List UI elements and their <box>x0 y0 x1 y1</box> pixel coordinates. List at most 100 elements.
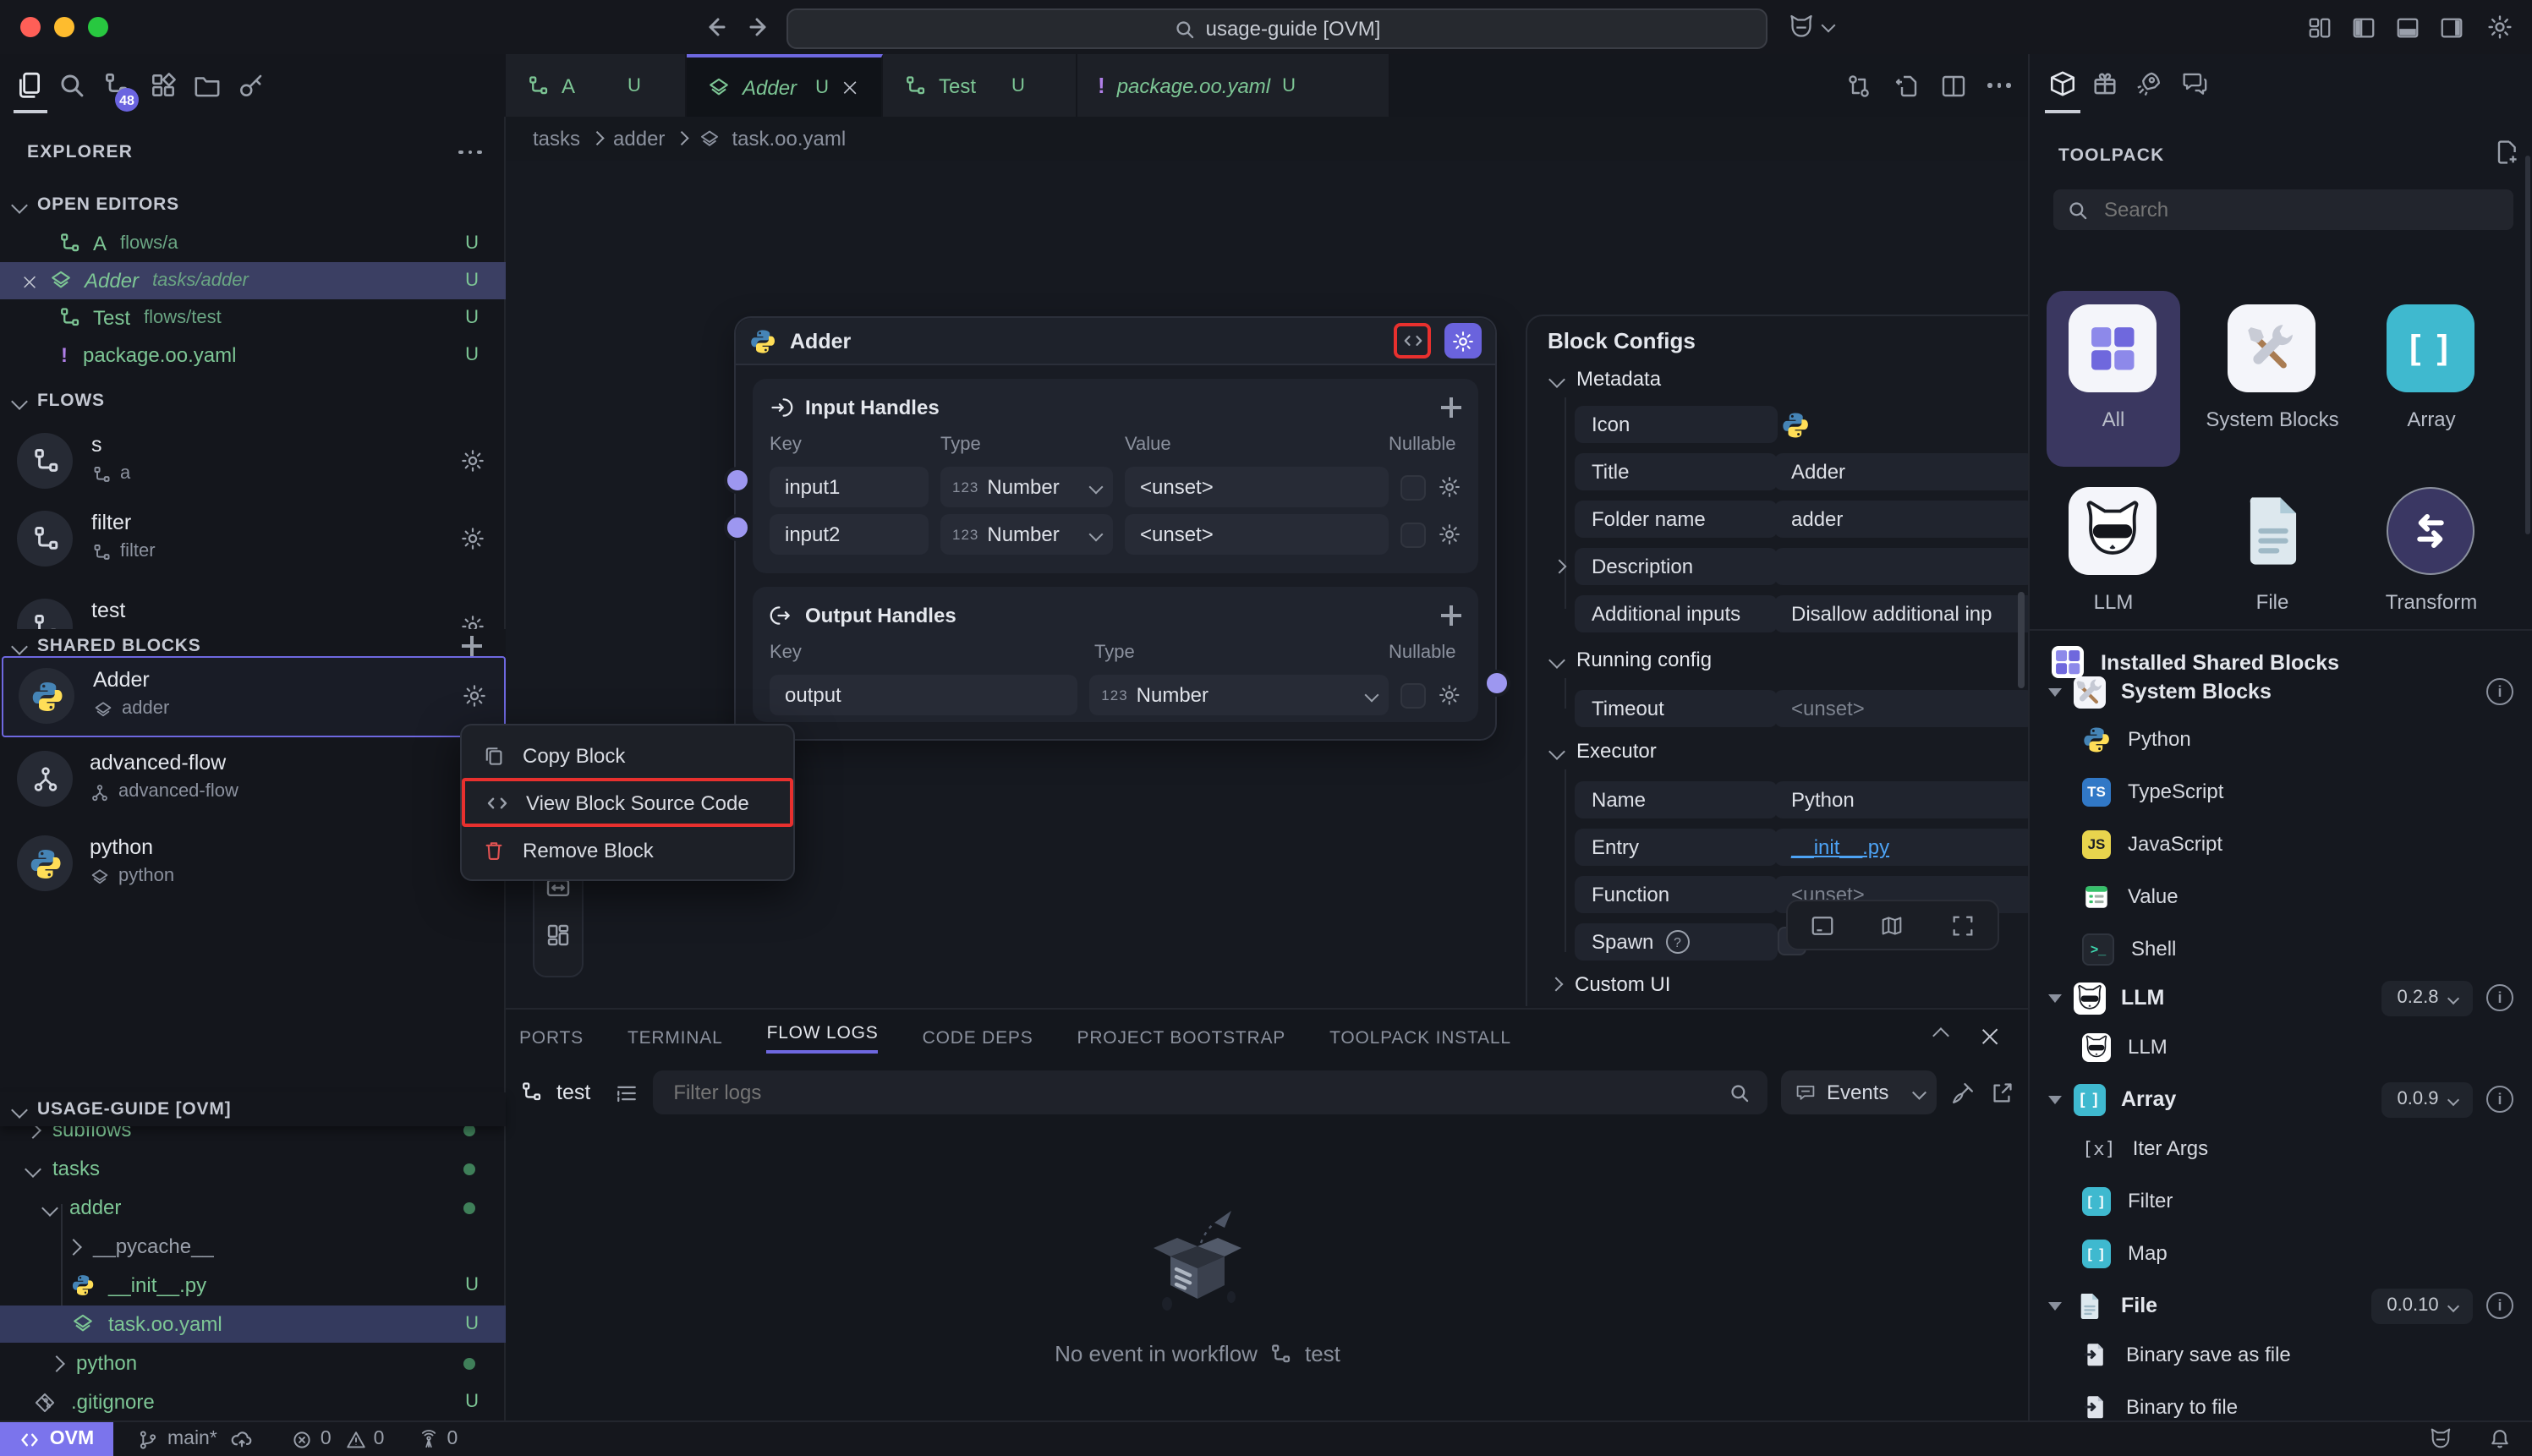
open-editor-item-test[interactable]: Test flows/test U <box>0 299 506 337</box>
back-icon[interactable] <box>702 14 729 41</box>
open-editor-item-a[interactable]: A flows/a U <box>0 225 506 262</box>
fullscreen-icon[interactable] <box>1950 912 1976 938</box>
info-icon[interactable]: i <box>2486 678 2513 705</box>
tab-adder[interactable]: Adder U <box>687 54 883 117</box>
group-array[interactable]: [ ] Array 0.0.9 i <box>2030 1076 2532 1123</box>
panel-tab-ports[interactable]: PORTS <box>519 1028 584 1048</box>
tile-all[interactable]: All <box>2047 291 2180 467</box>
tree-item-task-yaml[interactable]: task.oo.yaml U <box>0 1305 506 1343</box>
tree-item-adder[interactable]: adder <box>0 1189 506 1226</box>
flow-settings-gear-icon[interactable] <box>460 448 485 473</box>
info-icon[interactable]: i <box>2486 1292 2513 1319</box>
breadcrumb-item[interactable]: tasks <box>533 127 580 151</box>
add-input-icon[interactable] <box>1441 397 1461 418</box>
file-version-select[interactable]: 0.0.10 <box>2371 1288 2473 1323</box>
input-handle-dot[interactable] <box>724 467 751 494</box>
panel-bottom-icon[interactable] <box>2395 15 2420 41</box>
explorer-files-icon[interactable] <box>15 71 44 100</box>
output-handle-dot[interactable] <box>1483 670 1510 697</box>
sync-cloud-icon[interactable] <box>231 1427 255 1451</box>
llm-version-select[interactable]: 0.2.8 <box>2381 980 2473 1015</box>
flow-settings-gear-icon[interactable] <box>460 614 485 629</box>
errors-count[interactable]: 0 <box>321 1429 332 1449</box>
nullable-checkbox[interactable] <box>1400 522 1426 547</box>
tree-item-python[interactable]: python <box>0 1344 506 1382</box>
input-value-field[interactable]: <unset> <box>1125 514 1389 555</box>
configs-scrollbar[interactable] <box>2018 592 2025 688</box>
tree-item-init-py[interactable]: __init__.py U <box>0 1267 506 1304</box>
node-settings-button[interactable] <box>1444 323 1482 359</box>
extensions-activity-icon[interactable] <box>149 71 178 100</box>
export-logs-icon[interactable] <box>1989 1080 2014 1105</box>
flow-item-s[interactable]: s a <box>0 424 506 499</box>
open-editor-item-adder[interactable]: Adder tasks/adder U <box>0 262 506 299</box>
assistant-corgi-icon[interactable] <box>1786 12 1817 42</box>
python-icon-value[interactable] <box>1781 411 1810 440</box>
open-editor-item-package[interactable]: ! package.oo.yaml U <box>0 337 506 374</box>
auto-layout-icon[interactable] <box>545 922 572 949</box>
assistant-chevron-icon[interactable] <box>1822 19 1836 33</box>
toolpack-search-field[interactable] <box>2101 196 2500 223</box>
handle-gear-icon[interactable] <box>1438 683 1461 707</box>
explorer-more-icon[interactable] <box>458 150 482 154</box>
block-item-filter[interactable]: [ ] Filter <box>2030 1179 2532 1223</box>
filter-logs-input[interactable] <box>653 1070 1767 1114</box>
toolpack-box-icon[interactable] <box>2048 69 2077 98</box>
info-icon[interactable]: i <box>2486 1086 2513 1113</box>
workspace-tree-header[interactable]: USAGE-GUIDE [OVM] <box>0 1092 506 1126</box>
block-item-value[interactable]: Value <box>2030 874 2532 918</box>
additional-inputs-value-field[interactable]: Disallow additional inp <box>1774 595 2045 632</box>
input-type-select[interactable]: 123 Number <box>940 467 1113 507</box>
filter-logs-field[interactable] <box>670 1079 1715 1106</box>
forward-icon[interactable] <box>746 14 773 41</box>
open-changes-icon[interactable] <box>1893 72 1920 99</box>
spawn-help-icon[interactable]: ? <box>1665 930 1689 954</box>
breadcrumb-item[interactable]: task.oo.yaml <box>732 127 846 151</box>
folder-activity-icon[interactable] <box>193 71 222 100</box>
menu-item-view-block-source[interactable]: View Block Source Code <box>462 778 793 827</box>
tree-item-tasks[interactable]: tasks <box>0 1150 506 1187</box>
search-activity-icon[interactable] <box>58 71 86 100</box>
panel-tab-toolpack-install[interactable]: TOOLPACK INSTALL <box>1329 1028 1511 1048</box>
tree-item-pycache[interactable]: __pycache__ <box>0 1228 506 1265</box>
panel-tab-project-bootstrap[interactable]: PROJECT BOOTSTRAP <box>1077 1028 1286 1048</box>
flow-item-test[interactable]: test <box>0 590 506 629</box>
block-item-iter-args[interactable]: [x] Iter Args <box>2030 1126 2532 1170</box>
log-list-icon[interactable] <box>614 1080 639 1105</box>
open-editors-header[interactable]: OPEN EDITORS <box>0 188 506 222</box>
block-item-shell[interactable]: >_ Shell <box>2030 927 2532 971</box>
block-item-map[interactable]: [ ] Map <box>2030 1231 2532 1275</box>
panel-tab-code-deps[interactable]: CODE DEPS <box>923 1028 1033 1048</box>
metadata-group-header[interactable]: Metadata <box>1551 367 1661 391</box>
feedback-chat-icon[interactable] <box>2180 69 2209 98</box>
menu-item-remove-block[interactable]: Remove Block <box>462 827 793 873</box>
panel-right-icon[interactable] <box>2439 15 2464 41</box>
output-type-select[interactable]: 123 Number <box>1089 675 1389 715</box>
tab-close-icon[interactable] <box>842 79 858 95</box>
settings-gear-icon[interactable] <box>2486 14 2513 41</box>
input-handle-dot[interactable] <box>724 514 751 541</box>
toggle-panel-icon[interactable] <box>1810 912 1835 938</box>
input-key-field[interactable]: input2 <box>770 514 929 555</box>
shared-block-item-advanced-flow[interactable]: advanced-flow advanced-flow <box>0 741 506 818</box>
group-file[interactable]: File 0.0.10 i <box>2030 1282 2532 1329</box>
menu-item-copy-block[interactable]: Copy Block <box>462 732 793 778</box>
split-editor-icon[interactable] <box>1940 72 1967 99</box>
clear-logs-broom-icon[interactable] <box>1950 1080 1976 1105</box>
selected-flow-name[interactable]: test <box>556 1081 590 1104</box>
shared-block-item-python[interactable]: python python <box>0 825 506 903</box>
traffic-light-close[interactable] <box>20 17 41 37</box>
handle-gear-icon[interactable] <box>1438 523 1461 546</box>
traffic-light-minimize[interactable] <box>54 17 74 37</box>
branch-name[interactable]: main* <box>167 1429 217 1449</box>
executor-name-value[interactable]: Python <box>1774 781 2035 818</box>
view-source-code-button[interactable] <box>1394 323 1431 359</box>
tree-item-subflows[interactable]: subflows <box>0 1126 506 1148</box>
flows-header[interactable]: FLOWS <box>0 384 506 418</box>
minimap-icon[interactable] <box>1880 912 1905 938</box>
group-llm[interactable]: LLM 0.2.8 i <box>2030 974 2532 1021</box>
panel-tab-terminal[interactable]: TERMINAL <box>628 1028 723 1048</box>
adder-node[interactable]: Adder Input Handles Key <box>734 316 1497 741</box>
output-key-field[interactable]: output <box>770 675 1077 715</box>
handle-gear-icon[interactable] <box>1438 475 1461 499</box>
